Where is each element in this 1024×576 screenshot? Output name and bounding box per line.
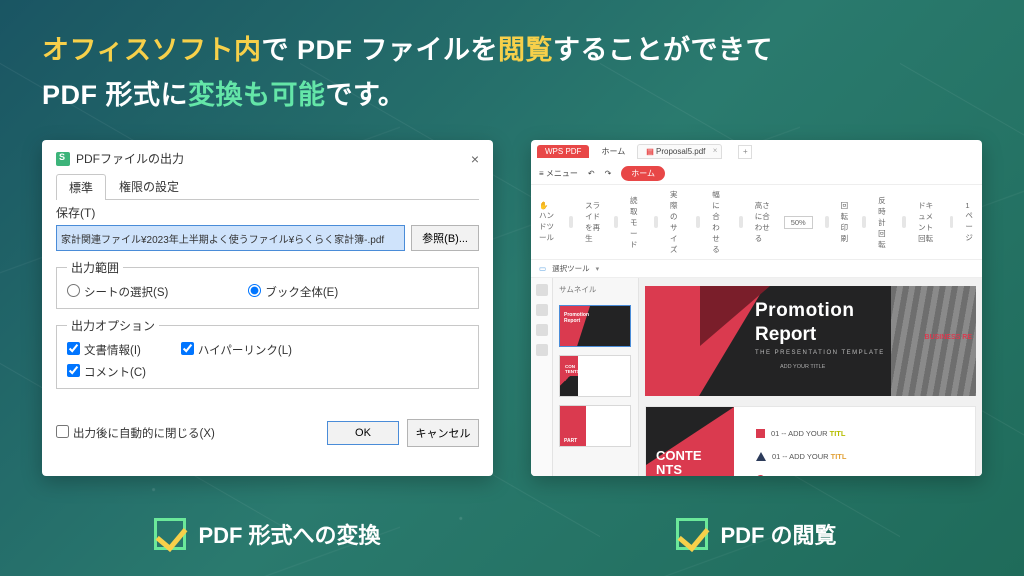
slide-2-legend: 01 -- ADD YOUR TITL 01 -- ADD YOUR TITL …: [756, 429, 846, 476]
thumbnail-2[interactable]: CON TENTS: [559, 355, 631, 397]
slide-1-title-1: Promotion: [755, 300, 855, 322]
cancel-button[interactable]: キャンセル: [407, 419, 479, 447]
viewer-menu-row: ≡ メニュー ↶ ↷ ホーム: [531, 163, 982, 185]
headline: オフィスソフト内で PDF ファイルを閲覧することができて PDF 形式に変換も…: [42, 28, 982, 117]
square-icon: [756, 429, 765, 438]
headline-seg6: 変換も可能: [188, 80, 326, 110]
pdf-viewer-panel: WPS PDF ホーム ▤ Proposal5.pdf × + ≡ メニュー ↶…: [531, 140, 982, 476]
close-icon[interactable]: ×: [471, 151, 479, 167]
tool-fitheight-icon[interactable]: [739, 216, 743, 228]
pdf-file-icon: ▤: [646, 147, 654, 156]
thumbnail-3[interactable]: PART: [559, 405, 631, 447]
rail-more-icon[interactable]: [536, 344, 548, 356]
viewer-main[interactable]: Promotion Report THE PRESENTATION TEMPLA…: [639, 278, 982, 476]
browse-button[interactable]: 参照(B)...: [411, 225, 479, 251]
dialog-title: PDFファイルの出力: [76, 150, 184, 167]
slide-1: Promotion Report THE PRESENTATION TEMPLA…: [645, 286, 976, 396]
tool-rotate2-icon[interactable]: [862, 216, 866, 228]
legend-item-3: 01 -- ADD YOUR TITL: [756, 475, 846, 476]
circle-icon: [756, 475, 765, 476]
caption-right-text: PDF の閲覧: [720, 518, 836, 550]
ribbon-home-tab[interactable]: ホーム: [621, 166, 665, 181]
save-path-input[interactable]: [56, 225, 405, 251]
tool-slideshow-icon[interactable]: [569, 216, 573, 228]
save-label: 保存(T): [56, 204, 479, 221]
select-tool-label: 選択ツール: [552, 263, 590, 274]
tool-hand[interactable]: ✋ ハンドツール: [539, 201, 557, 243]
checkbox-comment[interactable]: コメント(C): [67, 367, 146, 379]
check-icon: [676, 518, 708, 550]
tool-docrotate-icon[interactable]: [902, 216, 906, 228]
wps-logo-icon: [56, 152, 70, 166]
dialog-tabs: 標準 権限の設定: [56, 173, 479, 200]
headline-seg1: オフィスソフト内: [42, 35, 261, 65]
close-tab-icon[interactable]: ×: [713, 146, 718, 155]
thumbnail-1[interactable]: Promotion Report: [559, 305, 631, 347]
headline-seg4: することができて: [553, 35, 773, 65]
tab-standard[interactable]: 標準: [56, 174, 106, 200]
checkbox-hyperlink[interactable]: ハイパーリンク(L): [181, 342, 292, 358]
headline-seg7: です。: [326, 80, 406, 110]
undo-icon[interactable]: ↶: [588, 169, 595, 178]
tool-readmode-icon[interactable]: [614, 216, 618, 228]
slide-1-business-label: BUSINESS RE: [925, 334, 972, 341]
tool-rotate-icon[interactable]: [825, 216, 829, 228]
options-legend: 出力オプション: [67, 317, 159, 334]
viewer-tabbar: WPS PDF ホーム ▤ Proposal5.pdf × +: [531, 140, 982, 163]
range-legend: 出力範囲: [67, 259, 123, 276]
thumbnail-panel: サムネイル Promotion Report CON TENTS PART: [553, 278, 639, 476]
tool-page-icon[interactable]: [950, 216, 954, 228]
tab-file[interactable]: ▤ Proposal5.pdf ×: [637, 144, 722, 159]
legend-item-1: 01 -- ADD YOUR TITL: [756, 429, 846, 438]
output-range-fieldset: 出力範囲 シートの選択(S) ブック全体(E): [56, 259, 479, 309]
check-icon: [154, 518, 186, 550]
headline-seg2: で PDF ファイルを: [261, 35, 498, 65]
rail-thumbnails-icon[interactable]: [536, 284, 548, 296]
tab-permissions[interactable]: 権限の設定: [106, 173, 192, 199]
radio-sheet-select[interactable]: シートの選択(S): [67, 284, 168, 300]
slide-1-title-2: Report: [755, 324, 816, 346]
tab-home[interactable]: ホーム: [593, 144, 633, 159]
chevron-down-icon[interactable]: ▾: [596, 265, 600, 273]
slide-1-subtitle-2: ADD YOUR TITLE: [780, 364, 825, 370]
output-options-fieldset: 出力オプション 文書情報(I) ハイパーリンク(L) コメント(C): [56, 317, 479, 389]
caption-right: PDF の閲覧: [531, 518, 982, 550]
legend-item-2: 01 -- ADD YOUR TITL: [756, 452, 846, 461]
new-tab-button[interactable]: +: [738, 145, 752, 159]
caption-left: PDF 形式への変換: [42, 518, 493, 550]
caption-left-text: PDF 形式への変換: [198, 518, 380, 550]
headline-seg5: PDF 形式に: [42, 80, 188, 110]
tool-pagesize-icon[interactable]: [654, 216, 658, 228]
slide-1-subtitle: THE PRESENTATION TEMPLATE: [755, 350, 885, 356]
redo-icon[interactable]: ↷: [605, 169, 612, 178]
tool-fitwidth-icon[interactable]: [696, 216, 700, 228]
slide-1-photo: [891, 286, 976, 396]
pdf-export-dialog-panel: PDFファイルの出力 × 標準 権限の設定 保存(T) 参照(B)... 出力範…: [42, 140, 493, 476]
zoom-select[interactable]: 50%: [784, 216, 813, 229]
checkbox-docinfo[interactable]: 文書情報(I): [67, 342, 141, 358]
radio-book-all[interactable]: ブック全体(E): [248, 284, 338, 300]
triangle-icon: [756, 452, 766, 461]
thumbnail-label: サムネイル: [559, 284, 632, 295]
rail-bookmarks-icon[interactable]: [536, 304, 548, 316]
slide-2: CONTE NTS 01 -- ADD YOUR TITL 01 -- ADD …: [645, 406, 976, 476]
viewer-side-rail: [531, 278, 553, 476]
slide-2-contents-title: CONTE NTS: [656, 449, 702, 476]
viewer-toolbar: ✋ ハンドツール スライドを再生 読取モード 実際のサイズ 幅に合わせる 高さに…: [531, 185, 982, 260]
rail-attachments-icon[interactable]: [536, 324, 548, 336]
menu-button[interactable]: ≡ メニュー: [539, 168, 578, 179]
app-tab-wps-pdf[interactable]: WPS PDF: [537, 145, 589, 158]
checkbox-auto-close[interactable]: 出力後に自動的に閉じる(X): [56, 425, 215, 441]
headline-seg3: 閲覧: [498, 35, 553, 65]
viewer-strip: ▭ 選択ツール ▾: [531, 260, 982, 278]
ok-button[interactable]: OK: [327, 421, 399, 445]
select-tool-icon[interactable]: ▭: [539, 264, 546, 273]
